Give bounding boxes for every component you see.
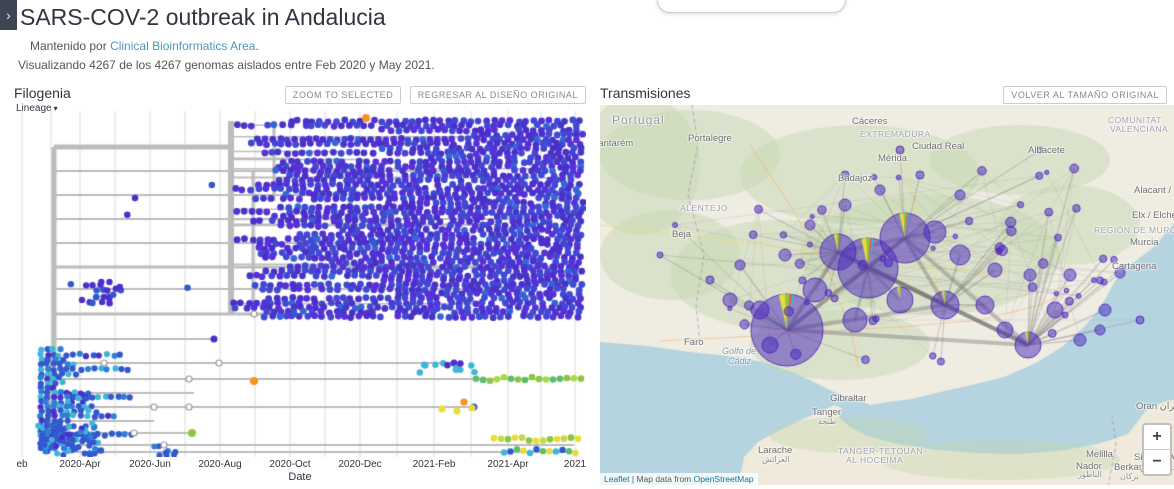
map-attribution: Leaflet | Map data from OpenStreetMap — [600, 473, 758, 485]
osm-link[interactable]: OpenStreetMap — [694, 474, 754, 484]
map-viewport[interactable]: PortugalSantarémPortalegreCáceresExtrema… — [600, 105, 1174, 485]
zoom-out-button[interactable]: − — [1144, 450, 1170, 474]
top-center-popup-edge — [657, 0, 846, 13]
phylogeny-panel-header: Filogenia ZOOM TO SELECTED REGRESAR AL D… — [14, 85, 586, 104]
phylogeny-panel-buttons: ZOOM TO SELECTED REGRESAR AL DISEÑO ORIG… — [281, 85, 586, 104]
zoom-in-button[interactable]: + — [1144, 425, 1170, 450]
axis-tick: 2020-Jun — [129, 459, 171, 470]
tree-axis-label: Date — [14, 471, 586, 483]
axis-tick: 2021-Feb — [413, 459, 456, 470]
map-zoom-control: + − — [1142, 423, 1172, 476]
maintainer-link[interactable]: Clinical Bioinformatics Area — [110, 39, 255, 53]
map-panel-buttons: VOLVER AL TAMAÑO ORIGINAL — [999, 85, 1167, 104]
map-panel-header: Transmisiones VOLVER AL TAMAÑO ORIGINAL — [600, 85, 1167, 104]
leaflet-link[interactable]: Leaflet — [604, 474, 630, 484]
axis-tick: eb — [16, 459, 27, 470]
attribution-text: | Map data from — [630, 474, 694, 484]
page-title: SARS-COV-2 outbreak in Andalucia — [20, 4, 386, 31]
sidebar-toggle-button[interactable]: › — [0, 0, 17, 30]
transmissions-map-canvas[interactable] — [600, 105, 1174, 485]
tree-axis-ticks: eb 2020-Apr 2020-Jun 2020-Aug 2020-Oct 2020-D… — [14, 459, 586, 471]
reset-tree-layout-button[interactable]: REGRESAR AL DISEÑO ORIGINAL — [410, 86, 586, 104]
phylogeny-panel-title: Filogenia — [14, 85, 71, 101]
zoom-to-selected-button[interactable]: ZOOM TO SELECTED — [285, 86, 401, 104]
filter-summary: Visualizando 4267 de los 4267 genomas ai… — [18, 58, 435, 72]
axis-tick: 2021-Apr — [487, 459, 528, 470]
axis-tick: 2020-Dec — [338, 459, 381, 470]
axis-tick: 2020-Aug — [198, 459, 241, 470]
axis-tick: 2020-Apr — [59, 459, 100, 470]
axis-tick: 2021 — [564, 459, 586, 470]
map-panel-title: Transmisiones — [600, 85, 691, 101]
maintained-by: Mantenido por Clinical Bioinformatics Ar… — [30, 39, 259, 53]
maintained-suffix: . — [255, 39, 258, 53]
phylogeny-tree-canvas[interactable] — [14, 111, 586, 457]
maintained-prefix: Mantenido por — [30, 39, 110, 53]
reset-map-zoom-button[interactable]: VOLVER AL TAMAÑO ORIGINAL — [1003, 86, 1167, 104]
axis-tick: 2020-Oct — [269, 459, 310, 470]
